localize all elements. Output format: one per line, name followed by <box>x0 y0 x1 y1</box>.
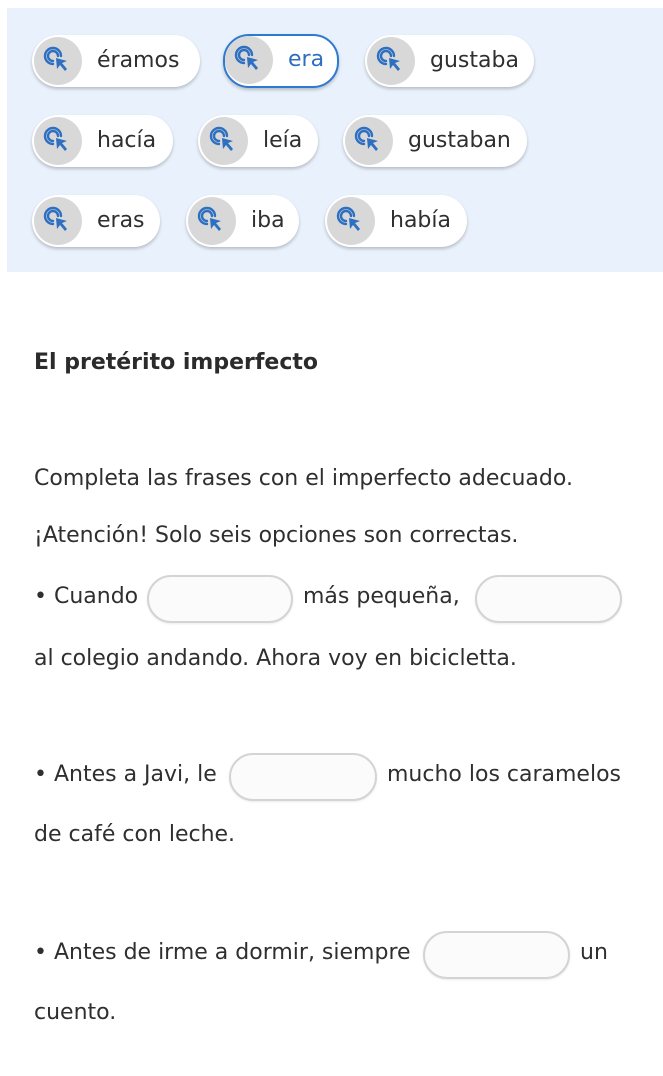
chip-eramos[interactable]: éramos <box>32 35 200 87</box>
answer-slot-1[interactable] <box>147 575 293 623</box>
chip-era[interactable]: era <box>223 34 339 88</box>
answer-slot-2[interactable] <box>475 575 622 623</box>
instruction-text: Completa las frases con el imperfecto ad… <box>34 466 573 491</box>
chip-hacia[interactable]: hacía <box>32 115 173 167</box>
cursor-target-icon <box>34 37 82 85</box>
sentence-3-part-b: un <box>580 940 608 965</box>
sentence-2-part-b: mucho los caramelos <box>387 762 621 787</box>
chip-label: gustaba <box>430 48 519 73</box>
chip-iba[interactable]: iba <box>186 195 299 247</box>
sentence-1-part-c: al colegio andando. Ahora voy en bicicle… <box>34 646 517 671</box>
chip-label: había <box>390 208 451 233</box>
answer-slot-3[interactable] <box>229 753 377 801</box>
sentence-3-part-c: cuento. <box>34 1000 117 1025</box>
sentence-1-part-a: • Cuando <box>34 584 139 609</box>
cursor-target-icon <box>34 197 82 245</box>
exercise-title: El pretérito imperfecto <box>34 350 319 375</box>
warning-text: ¡Atención! Solo seis opciones son correc… <box>34 523 519 548</box>
answer-slot-4[interactable] <box>423 931 570 979</box>
sentence-1-part-b: más pequeña, <box>303 584 460 609</box>
chip-eras[interactable]: eras <box>32 195 160 247</box>
cursor-target-icon <box>225 36 273 84</box>
cursor-target-icon <box>367 37 415 85</box>
chip-label: éramos <box>97 48 180 73</box>
chip-label: leía <box>263 128 303 153</box>
chip-label: iba <box>251 208 285 233</box>
chip-label: gustaban <box>408 128 511 153</box>
chip-gustaba[interactable]: gustaba <box>365 35 534 87</box>
chip-label: hacía <box>97 128 157 153</box>
cursor-target-icon <box>345 117 393 165</box>
cursor-target-icon <box>200 117 248 165</box>
chip-gustaban[interactable]: gustaban <box>343 115 527 167</box>
cursor-target-icon <box>327 197 375 245</box>
word-bank: éramos era gustaba hacía leía gustaban e… <box>7 8 663 272</box>
chip-label: era <box>288 47 325 72</box>
chip-leia[interactable]: leía <box>198 115 318 167</box>
sentence-2-part-c: de café con leche. <box>34 822 236 847</box>
sentence-3-part-a: • Antes de irme a dormir, siempre <box>34 940 411 965</box>
cursor-target-icon <box>188 197 236 245</box>
chip-label: eras <box>97 208 145 233</box>
sentence-2-part-a: • Antes a Javi, le <box>34 762 217 787</box>
chip-habia[interactable]: había <box>325 195 467 247</box>
cursor-target-icon <box>34 117 82 165</box>
